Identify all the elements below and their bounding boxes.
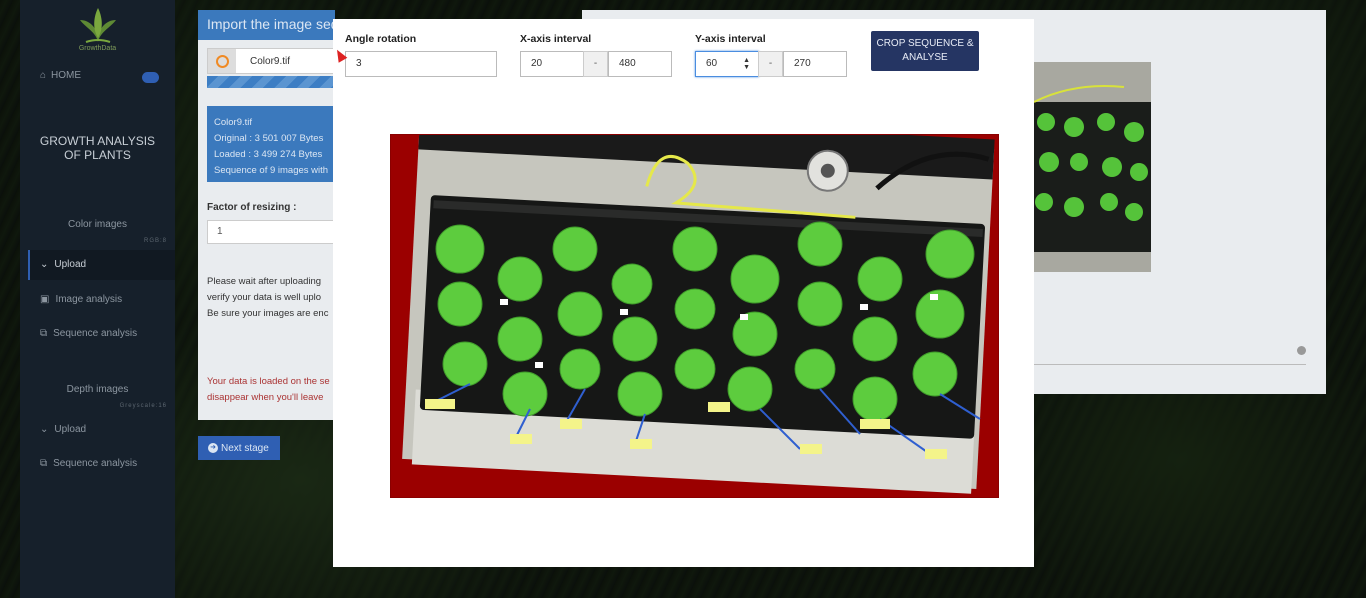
x-interval-label: X-axis interval <box>520 33 592 45</box>
sidebar-item-upload-color[interactable]: ⌄ Upload <box>28 250 175 280</box>
section-title: GROWTH ANALYSIS OF PLANTS <box>20 134 175 162</box>
y-min-value: 60 <box>706 58 718 69</box>
home-icon: ⌂ <box>40 70 47 81</box>
depth-images-subtitle: Greyscale:16 <box>119 403 167 409</box>
sidebar-item-label: Upload <box>54 424 87 435</box>
section-title-line1: GROWTH ANALYSIS <box>39 134 156 148</box>
preview-scrollbar[interactable] <box>1034 364 1306 370</box>
import-panel: Import the image sequence Color9.tif Col… <box>198 10 335 420</box>
image-icon: ▣ <box>40 294 50 305</box>
y-interval-label: Y-axis interval <box>695 33 766 45</box>
wait-line: Please wait after uploading <box>207 276 322 287</box>
resize-label: Factor of resizing : <box>207 202 297 213</box>
angle-rotation-input[interactable]: 3 <box>345 51 497 77</box>
sidebar-item-label: Image analysis <box>55 294 123 305</box>
file-name: Color9.tif <box>250 55 291 67</box>
chevron-down-icon: ⌄ <box>40 259 49 270</box>
scroll-right-icon[interactable] <box>1297 346 1306 355</box>
nav-home[interactable]: ⌂ HOME <box>40 70 81 81</box>
section-title-line2: OF PLANTS <box>64 148 131 162</box>
crop-button-line2: ANALYSE <box>902 52 948 63</box>
file-input[interactable]: Color9.tif <box>207 48 335 74</box>
info-original: Original : 3 501 007 Bytes <box>214 133 324 144</box>
info-sequence: Sequence of 9 images with <box>214 165 329 176</box>
spinner-icon[interactable]: ▲ ▼ <box>743 57 750 71</box>
upload-progress-bar <box>207 76 335 88</box>
warn-line: disappear when you'll leave <box>207 392 324 403</box>
images-icon: ⧉ <box>40 458 48 469</box>
warning-text: Your data is loaded on the se disappear … <box>207 374 330 406</box>
angle-rotation-label: Angle rotation <box>345 33 417 45</box>
plant-tray-photo <box>390 134 999 498</box>
sidebar-item-sequence-analysis-depth[interactable]: ⧉ Sequence analysis <box>40 458 137 469</box>
color-images-heading: Color images <box>68 219 127 230</box>
info-loaded: Loaded : 3 499 274 Bytes <box>214 149 323 160</box>
sidebar-item-upload-depth[interactable]: ⌄ Upload <box>40 424 86 435</box>
sidebar-item-image-analysis[interactable]: ▣ Image analysis <box>40 294 122 305</box>
chevron-down-icon: ⌄ <box>40 424 49 435</box>
home-badge <box>142 72 159 83</box>
wait-line: verify your data is well uplo <box>207 292 322 303</box>
next-stage-button[interactable]: ➜ Next stage <box>198 436 280 460</box>
crop-sequence-button[interactable]: CROP SEQUENCE & ANALYSE <box>871 31 979 71</box>
file-info-box: Color9.tif Original : 3 501 007 Bytes Lo… <box>207 106 335 182</box>
sidebar-item-label: Sequence analysis <box>53 458 138 469</box>
arrow-right-icon: ➜ <box>208 443 218 453</box>
x-interval-dash: - <box>583 51 608 77</box>
y-interval-dash: - <box>758 51 783 77</box>
depth-images-heading: Depth images <box>66 384 129 395</box>
preview-image <box>1034 62 1151 272</box>
sidebar: GrowthData ⌂ HOME GROWTH ANALYSIS OF PLA… <box>20 0 175 598</box>
nav-home-label: HOME <box>51 70 82 81</box>
resize-input[interactable]: 1 <box>207 220 335 244</box>
x-min-input[interactable]: 20 <box>520 51 584 77</box>
y-max-input[interactable]: 270 <box>783 51 847 77</box>
images-icon: ⧉ <box>40 328 48 339</box>
wait-line: Be sure your images are enc <box>207 308 329 319</box>
sidebar-item-label: Upload <box>54 259 87 270</box>
wait-text: Please wait after uploading verify your … <box>207 274 328 322</box>
next-stage-label: Next stage <box>221 442 269 454</box>
crop-button-line1: CROP SEQUENCE & <box>876 38 974 49</box>
info-name: Color9.tif <box>214 117 253 128</box>
sidebar-item-sequence-analysis-color[interactable]: ⧉ Sequence analysis <box>40 328 137 339</box>
logo-text: GrowthData <box>78 45 117 52</box>
crop-modal: Angle rotation 3 X-axis interval 20 - 48… <box>333 19 1034 567</box>
sidebar-item-label: Sequence analysis <box>53 328 138 339</box>
import-panel-header: Import the image sequence <box>198 10 335 40</box>
warn-line: Your data is loaded on the se <box>207 376 330 387</box>
color-images-subtitle: RGB:8 <box>143 238 167 244</box>
y-min-input[interactable]: 60 ▲ ▼ <box>695 51 759 77</box>
file-icon <box>208 49 236 73</box>
x-max-input[interactable]: 480 <box>608 51 672 77</box>
